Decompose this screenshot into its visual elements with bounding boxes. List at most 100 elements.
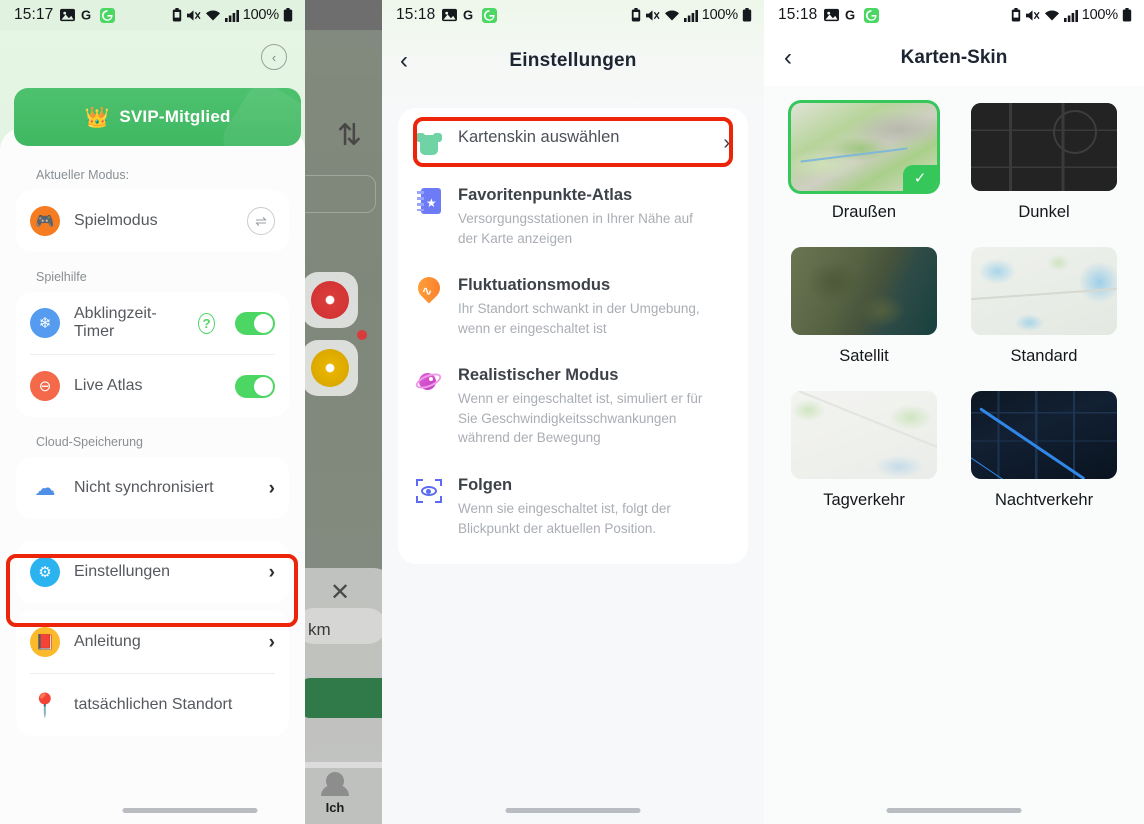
skin-option-night-traffic[interactable]: Nachtverkehr xyxy=(968,388,1120,510)
chevron-right-icon: › xyxy=(268,631,275,653)
battery-saver-icon xyxy=(1011,8,1020,22)
toggle-live-atlas[interactable] xyxy=(235,374,275,398)
row-guide[interactable]: 📕 Anleitung › xyxy=(16,611,289,673)
background-primary-button xyxy=(300,678,382,718)
card-game-help: ❄ Abklingzeit-Timer ? ⊖ Live Atlas xyxy=(16,292,289,417)
skin-thumb-frame xyxy=(788,244,940,338)
row-label-real-location: tatsächlichen Standort xyxy=(74,696,233,713)
skin-thumb-frame xyxy=(788,388,940,482)
battery-saver-icon xyxy=(631,8,640,22)
skin-option-dark[interactable]: Dunkel xyxy=(968,100,1120,222)
svg-text:G: G xyxy=(463,8,473,22)
google-icon: G xyxy=(81,8,91,22)
battery-icon xyxy=(283,8,293,22)
row-real-location[interactable]: 📍 tatsächlichen Standort xyxy=(16,674,289,736)
background-record-button xyxy=(302,272,358,328)
panel-content: Aktueller Modus: 🎮 Spielmodus ⇌ Spielhil… xyxy=(0,152,305,824)
skin-thumbnail-day-traffic xyxy=(791,391,937,479)
row-settings[interactable]: ⚙ Einstellungen › xyxy=(16,541,289,603)
settings-item-realistic-mode[interactable]: Realistischer Modus Wenn er eingeschalte… xyxy=(398,352,748,462)
skin-label-night-traffic: Nachtverkehr xyxy=(994,491,1094,509)
skin-label-satellite: Satellit xyxy=(839,347,889,365)
svip-member-banner[interactable]: 👑 SVIP-Mitglied xyxy=(14,88,301,146)
item-title-follow: Folgen xyxy=(458,475,513,494)
item-sub-favorites-atlas: Versorgungsstationen in Ihrer Nähe auf d… xyxy=(458,211,693,246)
background-swap-icon: ⇅ xyxy=(336,119,362,152)
item-title-realistic-mode: Realistischer Modus xyxy=(458,366,619,385)
status-time: 15:18 xyxy=(396,6,436,23)
back-button-circle[interactable]: ‹ xyxy=(261,44,287,70)
item-title-map-skin: Kartenskin auswählen xyxy=(458,128,620,146)
panel-map-skin: 15:18 G 100% ‹ Karten-Skin ✓ Draußen Dun… xyxy=(764,0,1144,824)
item-sub-fluctuation-mode: Ihr Standort schwankt in der Umgebung, w… xyxy=(458,301,700,336)
home-indicator[interactable] xyxy=(122,808,258,813)
item-title-fluctuation-mode: Fluktuationsmodus xyxy=(458,276,611,295)
skin-thumb-frame xyxy=(968,100,1120,194)
row-game-mode[interactable]: 🎮 Spielmodus ⇌ xyxy=(16,190,289,252)
app-badge-icon xyxy=(482,7,498,23)
check-icon: ✓ xyxy=(903,165,937,191)
page-title: Einstellungen xyxy=(509,50,637,71)
app-badge-icon xyxy=(100,7,116,23)
row-cooldown-timer[interactable]: ❄ Abklingzeit-Timer ? xyxy=(16,292,289,354)
gamepad-icon: 🎮 xyxy=(30,206,60,236)
settings-item-follow[interactable]: Folgen Wenn sie eingeschaltet ist, folgt… xyxy=(398,462,748,552)
location-pin-icon: 📍 xyxy=(30,691,60,718)
card-current-mode: 🎮 Spielmodus ⇌ xyxy=(16,190,289,252)
compass-disc-icon xyxy=(311,349,349,387)
skin-thumbnail-satellite xyxy=(791,247,937,335)
google-icon: G xyxy=(845,8,855,22)
row-label-guide: Anleitung xyxy=(74,633,141,650)
item-sub-realistic-mode: Wenn er eingeschaltet ist, simuliert er … xyxy=(458,391,703,446)
skin-thumbnail-dark xyxy=(971,103,1117,191)
person-icon xyxy=(321,771,349,796)
background-compass-button xyxy=(302,340,358,396)
account-panel: ‹ 👑 SVIP-Mitglied Aktueller Modus: 🎮 Spi… xyxy=(0,0,305,824)
map-skin-grid: ✓ Draußen Dunkel Satellit Standard Tagve… xyxy=(764,86,1144,524)
skin-option-day-traffic[interactable]: Tagverkehr xyxy=(788,388,940,510)
skin-option-satellite[interactable]: Satellit xyxy=(788,244,940,366)
skin-thumb-frame: ✓ xyxy=(788,100,940,194)
status-battery-percent: 100% xyxy=(701,7,738,23)
row-label-live-atlas: Live Atlas xyxy=(74,377,143,394)
chevron-right-icon: › xyxy=(268,477,275,499)
home-indicator[interactable] xyxy=(505,808,641,813)
google-icon: G xyxy=(463,8,473,22)
shirt-icon xyxy=(414,128,444,158)
status-bar-2: 15:18 G 100% xyxy=(382,0,764,30)
row-label-game-mode: Spielmodus xyxy=(74,212,158,229)
skin-option-standard[interactable]: Standard xyxy=(968,244,1120,366)
book-icon: 📕 xyxy=(30,627,60,657)
card-cloud-storage: ☁ Nicht synchronisiert › xyxy=(16,457,289,519)
skin-thumbnail-night-traffic xyxy=(971,391,1117,479)
wifi-icon xyxy=(664,10,679,20)
signal-icon xyxy=(1063,9,1078,22)
svg-text:G: G xyxy=(845,8,855,22)
fluctuation-pin-icon: ∿ xyxy=(413,272,445,306)
switch-mode-icon[interactable]: ⇌ xyxy=(247,207,275,235)
settings-item-fluctuation-mode[interactable]: ∿ Fluktuationsmodus Ihr Standort schwank… xyxy=(398,262,748,352)
help-icon[interactable]: ? xyxy=(198,312,215,334)
row-not-synced[interactable]: ☁ Nicht synchronisiert › xyxy=(16,457,289,519)
section-label-current-mode: Aktueller Modus: xyxy=(36,168,130,182)
screenshot-root: ⇅ ✕ km Ich 15:17 G 100% ‹ 👑 SVIP-Mitglie… xyxy=(0,0,1144,824)
background-close-icon: ✕ xyxy=(330,579,351,606)
toggle-cooldown-timer[interactable] xyxy=(235,311,275,335)
atlas-book-icon: ★ xyxy=(414,186,444,216)
mute-icon xyxy=(645,9,660,21)
settings-item-map-skin[interactable]: Kartenskin auswählen › xyxy=(398,114,748,172)
record-disc-icon xyxy=(311,281,349,319)
status-battery-percent: 100% xyxy=(242,7,279,23)
row-label-not-synced: Nicht synchronisiert xyxy=(74,479,214,496)
settings-item-favorites-atlas[interactable]: ★ Favoritenpunkte-Atlas Versorgungsstati… xyxy=(398,172,748,262)
row-live-atlas[interactable]: ⊖ Live Atlas xyxy=(16,355,289,417)
svg-text:G: G xyxy=(81,8,91,22)
eye-focus-icon xyxy=(414,476,444,506)
home-indicator[interactable] xyxy=(886,808,1022,813)
chevron-right-icon: › xyxy=(268,561,275,583)
skin-option-outdoor[interactable]: ✓ Draußen xyxy=(788,100,940,222)
status-time: 15:18 xyxy=(778,6,818,23)
chevron-right-icon: › xyxy=(723,131,730,154)
gallery-icon xyxy=(442,8,458,22)
row-label-cooldown-timer: Abklingzeit-Timer xyxy=(74,305,157,340)
